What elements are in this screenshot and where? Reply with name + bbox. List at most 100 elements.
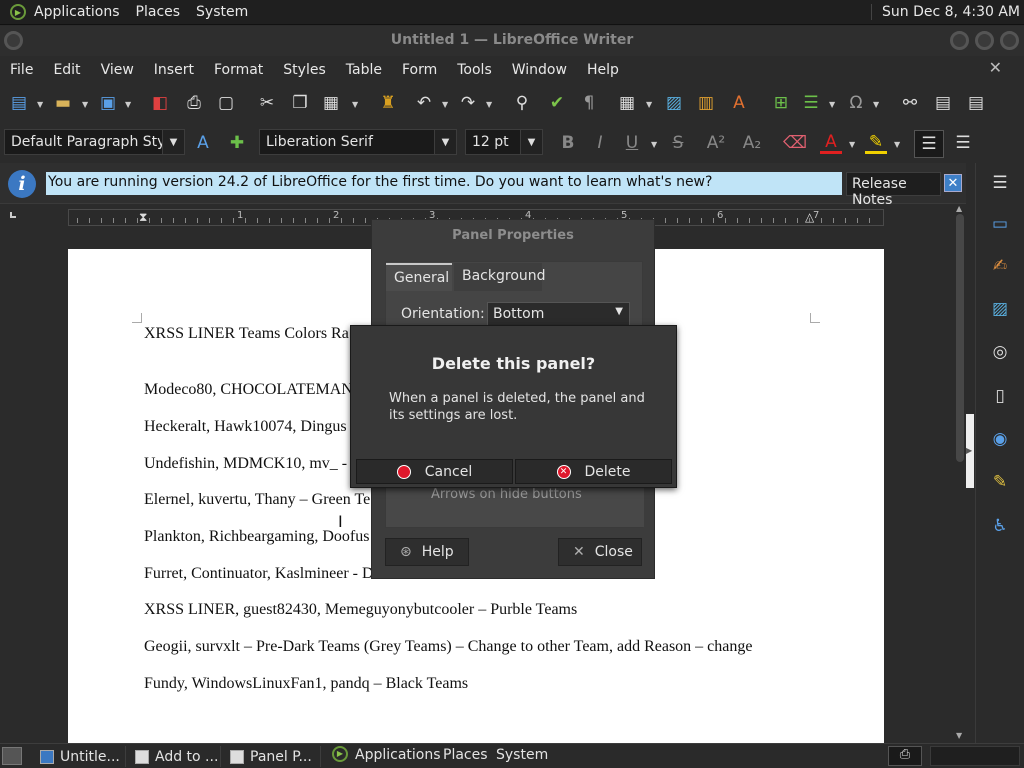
update-style-icon[interactable]: A [192, 132, 214, 154]
menu-table[interactable]: Table [336, 62, 392, 78]
redo-icon[interactable]: ↷ [457, 92, 479, 114]
insert-chart-icon[interactable]: ▥ [695, 92, 717, 114]
document-line[interactable]: Modeco80, CHOCOLATEMAN [144, 381, 353, 399]
page-icon[interactable]: ▯ [988, 384, 1012, 408]
chevron-down-icon[interactable]: ▼ [615, 306, 623, 317]
document-line[interactable]: XRSS LINER Teams Colors Ra [144, 325, 349, 343]
chevron-down-icon[interactable]: ▼ [37, 100, 43, 109]
chevron-down-icon[interactable]: ▼ [829, 100, 835, 109]
minimize-button[interactable] [950, 31, 969, 50]
indent-marker-icon[interactable]: ⧗ [139, 210, 147, 225]
scroll-down-icon[interactable]: ▼ [956, 731, 962, 740]
document-line[interactable]: XRSS LINER, guest82430, Memeguyonybutcoo… [144, 601, 577, 619]
formatting-marks-icon[interactable]: ¶ [578, 92, 600, 114]
tab-general[interactable]: General [386, 263, 452, 291]
sidebar-menu-icon[interactable]: ☰ [988, 171, 1012, 195]
cancel-button[interactable]: Cancel [356, 459, 513, 484]
delete-button[interactable]: ✕ Delete [515, 459, 672, 484]
chevron-down-icon[interactable]: ▼ [486, 100, 492, 109]
document-line[interactable]: Plankton, Richbeargaming, Doofus [144, 528, 369, 546]
chevron-down-icon[interactable]: ▼ [646, 100, 652, 109]
maximize-button[interactable] [975, 31, 994, 50]
window-titlebar[interactable]: Untitled 1 — LibreOffice Writer [0, 26, 1024, 56]
menu-file[interactable]: File [0, 62, 43, 78]
paragraph-style-combo[interactable]: Default Paragraph Style ▼ [4, 129, 185, 155]
print-preview-icon[interactable]: ▢ [215, 92, 237, 114]
insert-table-icon[interactable]: ▦ [616, 92, 638, 114]
chevron-down-icon[interactable]: ▼ [434, 130, 456, 154]
clear-formatting-icon[interactable]: ⌫ [783, 132, 807, 154]
clone-formatting-icon[interactable]: ♜ [377, 92, 399, 114]
menu-form[interactable]: Form [392, 62, 447, 78]
insert-image-icon[interactable]: ▨ [663, 92, 685, 114]
new-style-icon[interactable]: ✚ [226, 132, 248, 154]
styles-icon[interactable]: ✍ [988, 254, 1012, 278]
menu-styles[interactable]: Styles [273, 62, 335, 78]
gallery-icon[interactable]: ▨ [988, 297, 1012, 321]
highlight-color-icon[interactable]: ✎ [865, 132, 887, 154]
chevron-down-icon[interactable]: ▼ [352, 100, 358, 109]
menu-view[interactable]: View [91, 62, 144, 78]
chevron-right-icon[interactable]: ▶ [966, 446, 972, 455]
chevron-down-icon[interactable]: ▼ [442, 100, 448, 109]
insert-page-break-icon[interactable]: ⊞ [770, 92, 792, 114]
arrows-on-hide-buttons-checkbox[interactable]: Arrows on hide buttons [386, 483, 644, 527]
menu-edit[interactable]: Edit [43, 62, 90, 78]
distro-logo-icon[interactable]: ▶ [10, 4, 26, 20]
menu-format[interactable]: Format [204, 62, 273, 78]
orientation-select[interactable]: Bottom ▼ [487, 302, 630, 326]
close-button[interactable]: ✕ Close [558, 538, 642, 566]
task-panel-properties[interactable]: Panel P... [226, 746, 321, 767]
properties-icon[interactable]: ▭ [988, 212, 1012, 236]
find-replace-icon[interactable]: ⚲ [511, 92, 533, 114]
document-line[interactable]: Undefishin, MDMCK10, mv_ - [144, 455, 347, 473]
align-left-icon[interactable]: ☰ [914, 130, 944, 158]
task-writer[interactable]: Untitle... [36, 746, 126, 767]
close-document-icon[interactable]: ✕ [979, 58, 1012, 77]
underline-icon[interactable]: U [621, 132, 643, 154]
save-icon[interactable]: ▣ [97, 92, 119, 114]
undo-icon[interactable]: ↶ [413, 92, 435, 114]
accessibility-check-icon[interactable]: ♿ [988, 514, 1012, 538]
taskbar-system-menu[interactable]: System [496, 747, 548, 763]
manage-changes-icon[interactable]: ✎ [988, 470, 1012, 494]
distro-logo-icon[interactable]: ▶ [332, 746, 348, 762]
menu-tools[interactable]: Tools [447, 62, 502, 78]
menu-window[interactable]: Window [502, 62, 577, 78]
insert-comment-icon[interactable]: ▤ [965, 92, 987, 114]
close-window-button[interactable] [1000, 31, 1019, 50]
show-desktop-icon[interactable] [2, 747, 22, 765]
places-menu[interactable]: Places [128, 4, 189, 20]
superscript-icon[interactable]: A² [705, 132, 727, 154]
paste-icon[interactable]: ▦ [320, 92, 342, 114]
insert-field-icon[interactable]: ☰ [800, 92, 822, 114]
tab-background[interactable]: Background [454, 263, 546, 291]
insert-textbox-icon[interactable]: A [728, 92, 750, 114]
printer-icon[interactable]: ⎙ [888, 746, 922, 766]
new-document-icon[interactable]: ▤ [8, 92, 30, 114]
vertical-scrollbar[interactable]: ▲ ▼ [954, 204, 966, 743]
bold-icon[interactable]: B [557, 132, 579, 154]
font-color-icon[interactable]: A [820, 132, 842, 154]
system-menu[interactable]: System [188, 4, 256, 20]
document-line[interactable]: Elernel, kuvertu, Thany – Green Te [144, 491, 370, 509]
help-button[interactable]: ⊛ Help [385, 538, 469, 566]
special-character-icon[interactable]: Ω [845, 92, 867, 114]
chevron-down-icon[interactable]: ▼ [849, 140, 855, 149]
panel-properties-title[interactable]: Panel Properties [372, 228, 654, 243]
cut-icon[interactable]: ✂ [256, 92, 278, 114]
font-name-combo[interactable]: Liberation Serif ▼ [259, 129, 457, 155]
insert-hyperlink-icon[interactable]: ⚯ [899, 92, 921, 114]
menu-help[interactable]: Help [577, 62, 629, 78]
style-inspector-icon[interactable]: ◉ [988, 427, 1012, 451]
spelling-icon[interactable]: ✔ [546, 92, 568, 114]
chevron-down-icon[interactable]: ▼ [520, 130, 542, 154]
taskbar-places-menu[interactable]: Places [443, 747, 488, 763]
chevron-down-icon[interactable]: ▼ [873, 100, 879, 109]
task-add-to[interactable]: Add to ... [131, 746, 221, 767]
menu-insert[interactable]: Insert [144, 62, 204, 78]
release-notes-button[interactable]: Release Notes [846, 172, 941, 208]
chevron-down-icon[interactable]: ▼ [651, 140, 657, 149]
export-pdf-icon[interactable]: ◧ [149, 92, 171, 114]
font-size-combo[interactable]: 12 pt ▼ [465, 129, 543, 155]
